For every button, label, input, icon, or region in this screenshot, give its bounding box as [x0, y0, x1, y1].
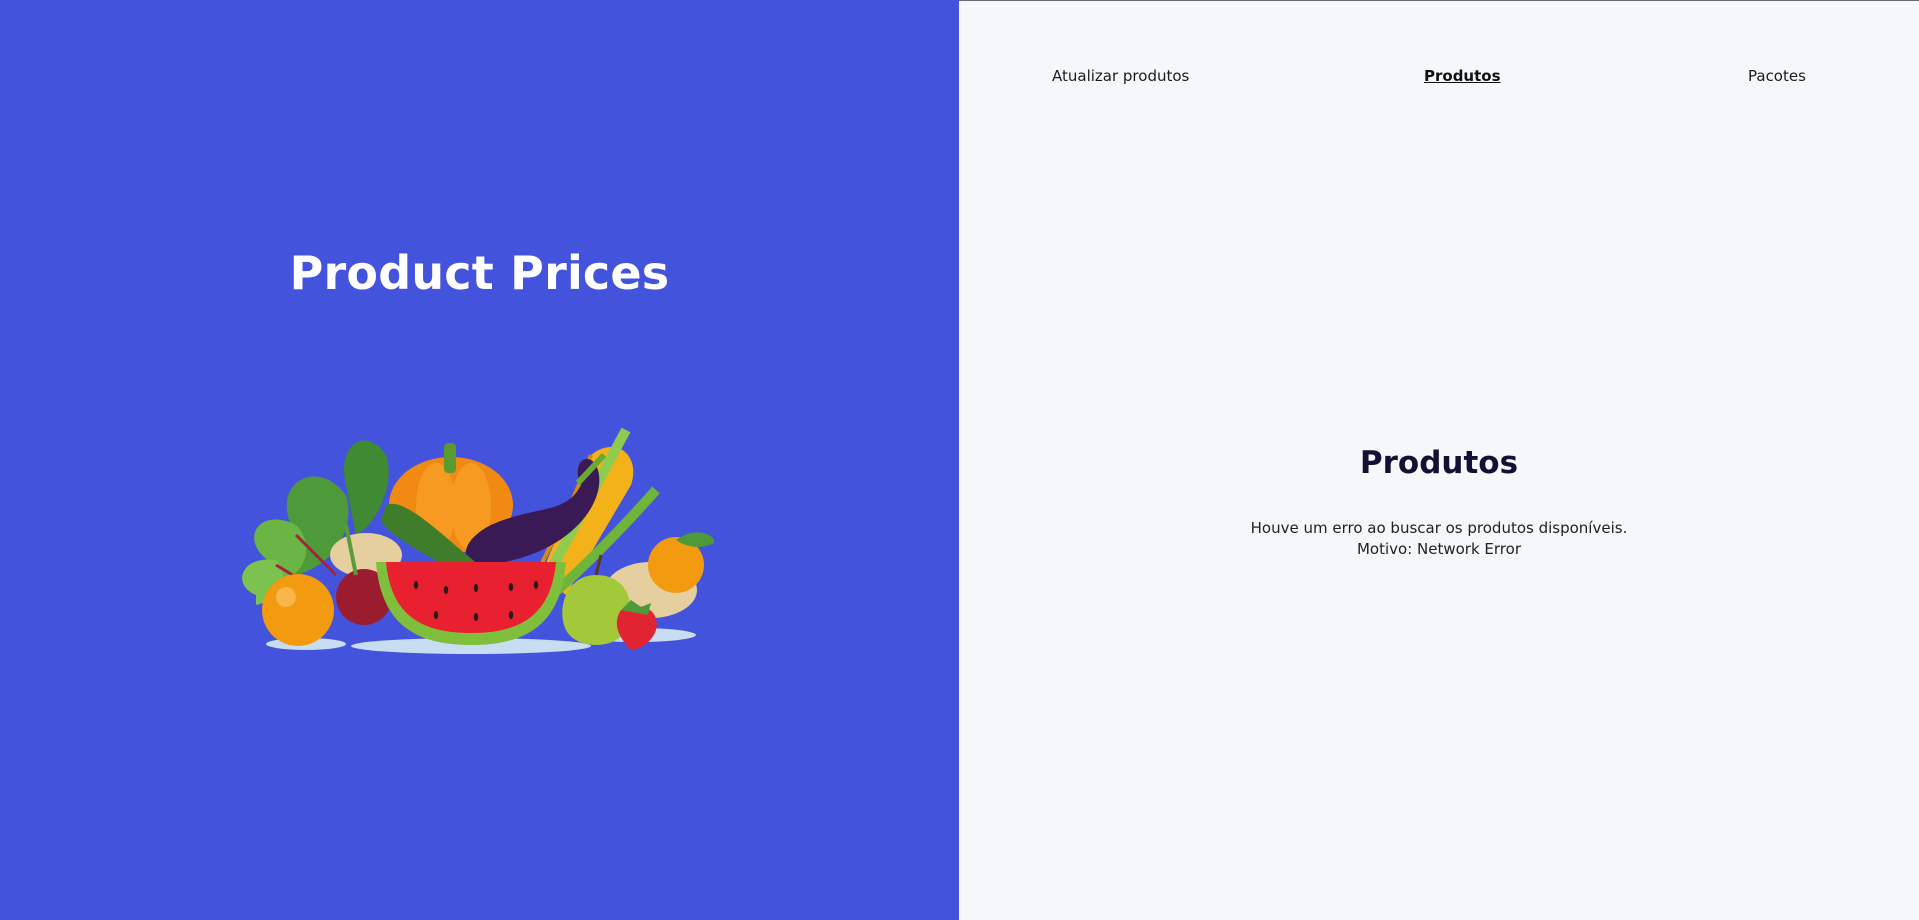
error-message: Houve um erro ao buscar os produtos disp…: [959, 518, 1919, 560]
nav-item-atualizar-produtos[interactable]: Atualizar produtos: [1052, 67, 1189, 85]
app: Product Prices Atualizar produtos Produt…: [0, 0, 1919, 920]
nav-item-produtos[interactable]: Produtos: [1424, 67, 1501, 85]
fruits-vegetables-illustration: [242, 427, 715, 654]
brand-title: Product Prices: [289, 246, 670, 300]
content-panel: Atualizar produtos Produtos Pacotes Prod…: [959, 0, 1919, 920]
top-nav: Atualizar produtos Produtos Pacotes: [959, 67, 1919, 89]
nav-item-pacotes[interactable]: Pacotes: [1748, 67, 1806, 85]
page-title: Produtos: [1359, 445, 1519, 481]
error-message-line: Houve um erro ao buscar os produtos disp…: [1250, 519, 1628, 537]
error-reason: Motivo: Network Error: [1356, 540, 1521, 558]
brand-panel: Product Prices: [0, 0, 959, 920]
